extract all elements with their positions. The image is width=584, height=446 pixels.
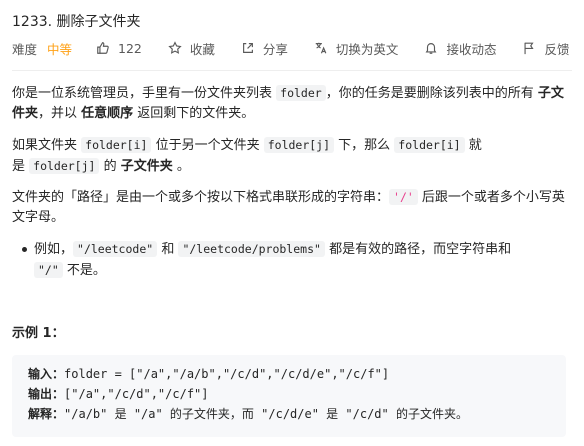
- difficulty-value: 中等: [47, 41, 73, 57]
- text: 如果文件夹: [12, 138, 82, 153]
- favorite-button[interactable]: 收藏: [168, 39, 215, 58]
- inline-code: folder: [276, 85, 326, 101]
- bell-icon: [425, 43, 437, 54]
- share-icon: [242, 43, 253, 53]
- text: 文件夹的「路径」是由一个或多个按以下格式串联形成的字符串：: [12, 190, 390, 205]
- inline-code: folder[j]: [263, 137, 335, 153]
- example-output-line: 输出：["/a","/c/d","/c/f"]: [28, 384, 209, 404]
- example-output-label: 输出：: [28, 387, 65, 401]
- text: 和: [157, 242, 179, 257]
- favorite-label: 收藏: [189, 41, 215, 57]
- example-input-line: 输入：folder = ["/a","/a/b","/c/d","/c/d/e"…: [28, 364, 389, 384]
- inline-code: folder[j]: [29, 158, 100, 174]
- translate-icon: [315, 42, 327, 54]
- bullet-item: 例如， "/leetcode" 和 "/leetcode/problems" 都是…: [22, 239, 534, 281]
- feedback-label: 反馈: [544, 41, 570, 57]
- text: 都是有效的路径，而空字符串和: [324, 242, 512, 257]
- star-icon: [168, 41, 182, 54]
- example-input-label: 输入：: [28, 367, 65, 381]
- example-title: 示例 1：: [12, 326, 65, 341]
- like-button[interactable]: 122: [96, 41, 142, 56]
- inline-code: "/leetcode/problems": [178, 241, 325, 257]
- description-paragraph: 文件夹的「路径」是由一个或多个按以下格式串联形成的字符串： '/' 后跟一个或者多…: [12, 187, 570, 228]
- difficulty-label: 难度: [12, 41, 38, 57]
- description-paragraph: 你是一位系统管理员，手里有一份文件夹列表 folder ，你的任务是要删除该列表中…: [12, 83, 570, 124]
- thumbs-up-icon: [97, 42, 109, 54]
- example-explain-line: 解释："/a/b" 是 "/a" 的子文件夹，而 "/c/d/e" 是 "/c/…: [28, 404, 468, 424]
- bold-text: 任意顺序: [81, 106, 134, 121]
- example-explain-value: "/a/b" 是 "/a" 的子文件夹，而 "/c/d/e" 是 "/c/d" …: [64, 407, 468, 421]
- inline-code: folder[i]: [81, 137, 152, 153]
- text: ，你的任务是要删除该列表中的所有: [325, 86, 538, 101]
- inline-code: '/': [389, 189, 418, 205]
- example-explain-label: 解释：: [28, 407, 65, 421]
- text: 你是一位系统管理员，手里有一份文件夹列表: [12, 86, 277, 101]
- bullet-dot: [22, 247, 27, 252]
- text: 。: [172, 159, 190, 174]
- switch-language-label: 切换为英文: [335, 41, 399, 57]
- text: 位于另一个文件夹: [151, 138, 264, 153]
- problem-title: 1233. 删除子文件夹: [12, 14, 141, 30]
- description-paragraph: 如果文件夹 folder[i] 位于另一个文件夹 folder[j] 下，那么 …: [12, 135, 492, 177]
- text: 例如，: [34, 242, 74, 257]
- inline-code: "/": [34, 262, 63, 278]
- share-label: 分享: [262, 41, 288, 57]
- flag-icon: [524, 42, 535, 55]
- text: 的: [99, 159, 121, 174]
- example-block: 输入：folder = ["/a","/a/b","/c/d","/c/d/e"…: [12, 355, 566, 437]
- notify-label: 接收动态: [446, 41, 497, 57]
- like-count: 122: [118, 40, 142, 56]
- notify-button[interactable]: 接收动态: [424, 39, 496, 58]
- problem-meta-bar: 难度 中等 122 收藏 分享 切换为英文 接收动态 反馈: [12, 39, 584, 57]
- inline-code: folder[i]: [394, 137, 465, 153]
- example-input-value: folder = ["/a","/a/b","/c/d","/c/d/e","/…: [64, 367, 390, 381]
- feedback-button[interactable]: 反馈: [522, 39, 569, 58]
- inline-code: "/leetcode": [73, 241, 158, 257]
- bold-text: 子文件夹: [120, 159, 173, 174]
- text: 返回剩下的文件夹。: [133, 106, 255, 121]
- example-output-value: ["/a","/c/d","/c/f"]: [64, 387, 209, 401]
- text: 下，那么: [334, 138, 395, 153]
- switch-language-button[interactable]: 切换为英文: [314, 39, 399, 58]
- share-button[interactable]: 分享: [241, 39, 288, 58]
- header-divider: [12, 70, 572, 71]
- text: ，并以: [38, 106, 82, 121]
- text: 不是。: [62, 263, 106, 278]
